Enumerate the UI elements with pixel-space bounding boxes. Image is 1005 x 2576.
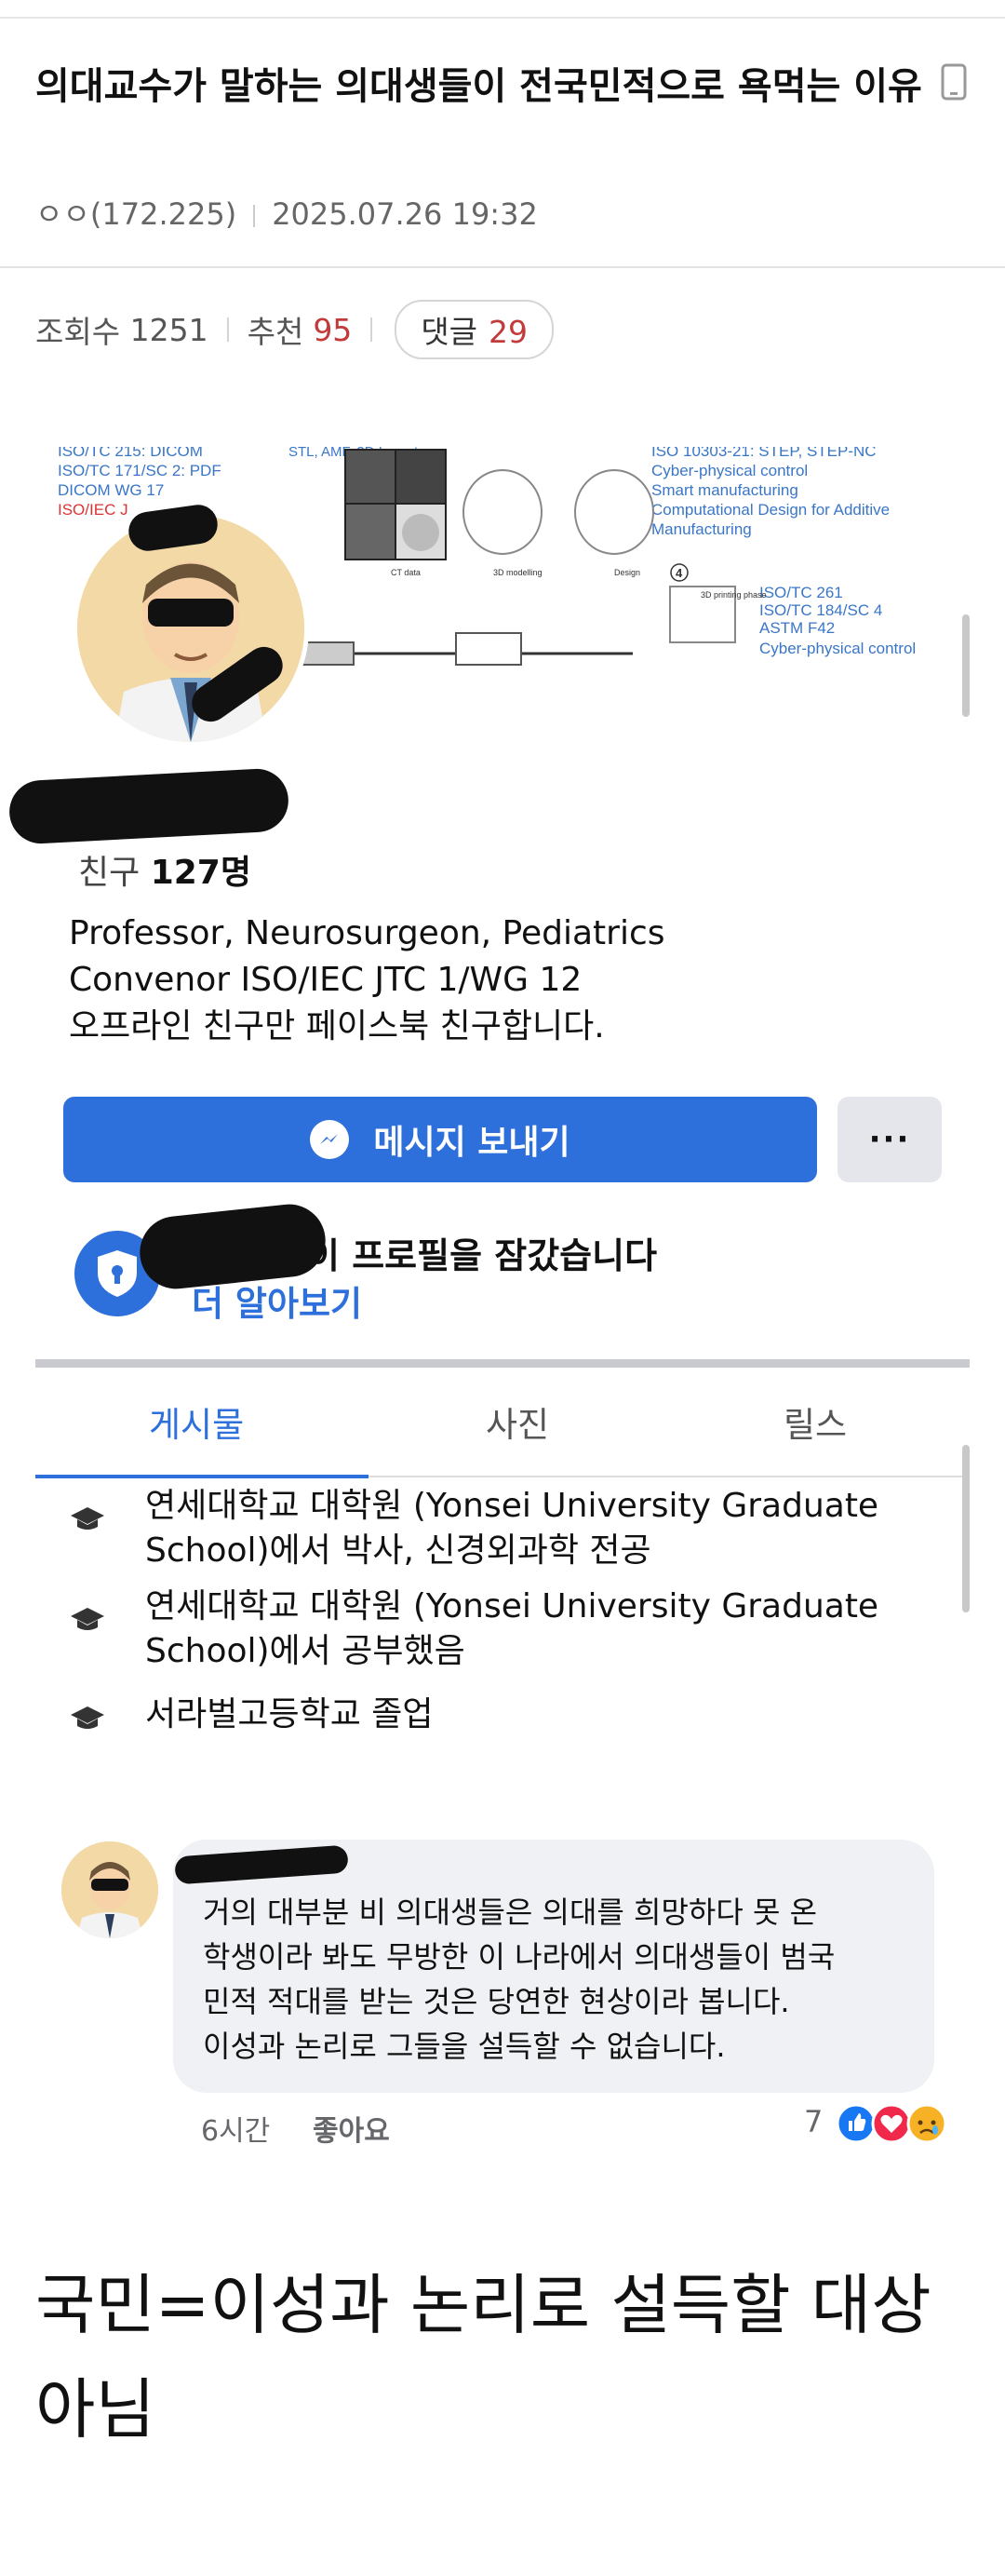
cover-small-label: 3D modelling (493, 568, 543, 577)
profile-divider-bar (35, 1359, 970, 1368)
education-item: 연세대학교 대학원 (Yonsei University Graduate Sc… (65, 1484, 949, 1573)
send-message-label: 메시지 보내기 (373, 1124, 570, 1162)
scrollbar[interactable] (962, 1445, 970, 1612)
post-title: 의대교수가 말하는 의대생들이 전국민적으로 욕먹는 이유 (35, 54, 975, 121)
flow-arrows (297, 632, 633, 666)
more-options-button[interactable]: ··· (838, 1097, 942, 1182)
cover-small-label: 3D printing phase (701, 590, 767, 600)
bio-line: Convenor ISO/IEC JTC 1/WG 12 (69, 961, 583, 999)
cover-left-line: ISO/IEC J (58, 501, 128, 519)
post-caption: 국민=이성과 논리로 설득할 대상 아님 (35, 2267, 931, 2448)
tab-reels[interactable]: 릴스 (784, 1396, 847, 1447)
cover-right2-line: Cyber-physical control (759, 640, 916, 657)
ct-scan-images (344, 449, 447, 560)
education-item: 연세대학교 대학원 (Yonsei University Graduate Sc… (65, 1585, 949, 1674)
locked-profile-text: 이 프로필을 잠갔습니다 (307, 1235, 658, 1276)
doctor-illustration (61, 1841, 158, 1938)
cover-small-label: CT data (391, 568, 421, 577)
comment-line: 이성과 논리로 그들을 설득할 수 없습니다. (203, 2029, 726, 2064)
messenger-icon (310, 1120, 350, 1159)
comment-text: 거의 대부분 비 의대생들은 의대를 희망하다 못 온 학생이라 봐도 무방한 … (203, 1890, 929, 2069)
comment-line: 민적 적대를 받는 것은 당연한 현상이라 봅니다. (203, 1984, 790, 2019)
author-name[interactable]: ㅇㅇ(172.225) (35, 196, 236, 232)
friends-count: 친구 127명 (78, 845, 251, 894)
cover-right2-line: ISO/TC 184/SC 4 (759, 601, 882, 619)
doctor-illustration (77, 515, 304, 742)
sad-reaction-icon (906, 2103, 947, 2144)
post-meta: ㅇㅇ(172.225) 2025.07.26 19:32 (35, 191, 538, 234)
comment-time: 6시간 (201, 2115, 271, 2148)
friends-number: 127명 (150, 854, 251, 892)
education-line: School)에서 공부했음 (145, 1632, 465, 1670)
friends-label: 친구 (78, 854, 141, 892)
cover-right-line: Cyber-physical control (651, 462, 808, 479)
love-reaction-icon (871, 2103, 912, 2144)
like-button[interactable]: 좋아요 (313, 2108, 390, 2149)
comment-line: 거의 대부분 비 의대생들은 의대를 희망하다 못 온 (203, 1895, 818, 1930)
education-line: 서라벌고등학교 졸업 (145, 1695, 434, 1733)
views-label: 조회수 (35, 314, 121, 350)
graduation-cap-icon (69, 1501, 106, 1545)
cover-right-line: Manufacturing (651, 520, 752, 538)
graduation-cap-icon (69, 1601, 106, 1646)
cover-right-line: Smart manufacturing (651, 481, 798, 499)
step-number: 4 (676, 566, 683, 580)
post-datetime: 2025.07.26 19:32 (272, 196, 538, 232)
cover-left-line: ISO/TC 215: DICOM (58, 447, 203, 460)
cover-small-label: Design (614, 568, 640, 577)
send-message-button[interactable]: 메시지 보내기 (63, 1097, 817, 1182)
scrollbar[interactable] (962, 614, 970, 717)
meta-separator (253, 205, 256, 227)
profile-avatar[interactable] (73, 510, 309, 747)
cover-right-line: ISO 10303-21: STEP, STEP-NC (651, 447, 877, 460)
profile-bio: Professor, Neurosurgeon, Pediatrics Conv… (69, 910, 906, 1050)
cover-right2-line: ASTM F42 (759, 619, 835, 637)
active-tab-indicator (35, 1475, 368, 1478)
redaction-name (7, 767, 290, 845)
reaction-count[interactable]: 7 (804, 2104, 823, 2139)
tab-underline (368, 1476, 970, 1477)
comments-label: 댓글 (421, 314, 478, 350)
cover-left-line: DICOM WG 17 (58, 481, 164, 499)
comments-count: 29 (489, 314, 529, 350)
mobile-icon (941, 56, 967, 121)
views-count: 1251 (129, 311, 208, 348)
like-reaction-icon (836, 2103, 877, 2144)
comment-line: 학생이라 봐도 무방한 이 나라에서 의대생들이 범국 (203, 1939, 836, 1975)
bio-line: 오프라인 친구만 페이스북 친구합니다. (69, 1007, 605, 1045)
header-divider (0, 266, 1005, 268)
recommend-label: 추천 (247, 314, 304, 350)
commenter-avatar[interactable] (61, 1841, 158, 1938)
education-line: School)에서 박사, 신경외과학 전공 (145, 1531, 651, 1570)
stats-separator (226, 317, 229, 342)
graduation-cap-icon (69, 1700, 106, 1745)
comments-pill[interactable]: 댓글 29 (395, 300, 555, 359)
cover-left-line: ISO/TC 171/SC 2: PDF (58, 462, 221, 479)
stats-separator (370, 317, 373, 342)
education-item: 서라벌고등학교 졸업 (65, 1693, 949, 1737)
cover-right-line: Computational Design for Additive (651, 501, 890, 519)
post-stats: 조회수 1251 추천 95 댓글 29 (35, 300, 555, 359)
bio-line: Professor, Neurosurgeon, Pediatrics (69, 914, 665, 952)
top-divider (0, 17, 1005, 19)
recommend-count: 95 (313, 311, 353, 348)
education-line: 연세대학교 대학원 (Yonsei University Graduate (145, 1587, 879, 1625)
tab-posts[interactable]: 게시물 (149, 1396, 244, 1447)
education-line: 연세대학교 대학원 (Yonsei University Graduate (145, 1487, 879, 1525)
cover-right2-line: ISO/TC 261 (759, 584, 843, 601)
post-title-text: 의대교수가 말하는 의대생들이 전국민적으로 욕먹는 이유 (35, 65, 922, 108)
reaction-icons[interactable] (836, 2100, 953, 2147)
learn-more-link[interactable]: 더 알아보기 (192, 1275, 362, 1326)
tab-photos[interactable]: 사진 (486, 1396, 549, 1447)
